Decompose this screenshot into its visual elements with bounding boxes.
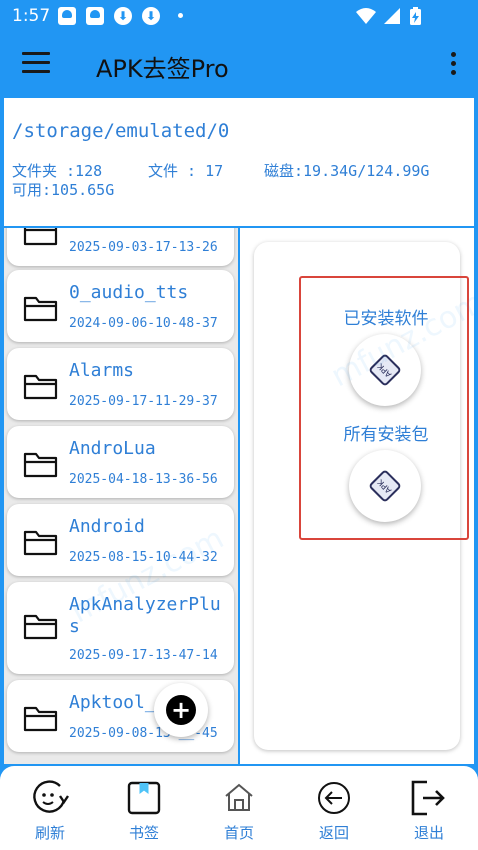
status-right — [354, 6, 444, 30]
file-date: 2025-04-18-13-36-56 — [69, 472, 218, 487]
list-item[interactable]: Alarms 2025-09-17-11-29-37 — [7, 348, 234, 420]
plus-icon: + — [166, 695, 196, 725]
nav-label: 返回 — [318, 824, 349, 842]
list-item[interactable]: Android 2025-08-15-10-44-32 — [7, 504, 234, 576]
folder-icon — [23, 296, 58, 322]
file-name: Alarms — [69, 360, 135, 381]
file-date: 2025-09-17-13-47-14 — [69, 648, 218, 663]
file-date: 2025-09-03-17-13-26 — [69, 240, 218, 255]
nav-refresh[interactable]: 刷新 — [2, 766, 98, 850]
list-item[interactable]: ApkAnalyzerPlus 2025-09-17-13-47-14 — [7, 582, 234, 674]
menu-icon[interactable] — [22, 52, 50, 76]
action-panel: 已安装软件 APK 所有安装包 APK mfunz.c — [240, 228, 478, 764]
nav-label: 刷新 — [34, 824, 65, 842]
installed-apps-button[interactable]: APK — [349, 334, 421, 406]
nav-bookmark[interactable]: 书签 — [96, 766, 192, 850]
download-icon: ⬇ — [114, 7, 132, 25]
refresh-face-icon — [33, 780, 69, 813]
file-name: ApkAnalyzerPlus — [69, 594, 221, 637]
status-time: 1:57 — [12, 6, 51, 26]
app-notification-icon — [86, 7, 104, 25]
nav-label: 首页 — [223, 824, 254, 842]
folder-icon — [23, 614, 58, 640]
path-info-panel: /storage/emulated/0 文件夹 :128 文件 : 17 磁盘:… — [4, 98, 474, 226]
nav-label: 书签 — [128, 824, 159, 842]
disk-usage: 磁盘:19.34G/124.99G — [264, 162, 430, 180]
nav-label: 退出 — [413, 824, 444, 842]
battery-charging-icon — [410, 7, 421, 25]
file-name: Android — [69, 516, 145, 537]
download-icon: ⬇ — [142, 7, 160, 25]
apk-icon: APK — [369, 354, 401, 386]
file-name: AndroLua — [69, 438, 156, 459]
file-name: 0_audio_tts — [69, 282, 189, 303]
more-vert-icon[interactable] — [448, 52, 458, 78]
apk-icon: APK — [369, 470, 401, 502]
bookmark-icon — [127, 781, 161, 815]
file-date: 2024-09-06-10-48-37 — [69, 316, 218, 331]
installed-apps-label[interactable]: 已安装软件 — [301, 304, 471, 329]
file-name: Apktool_ — [69, 692, 156, 713]
signal-icon — [384, 8, 400, 24]
add-button[interactable]: + — [154, 683, 208, 737]
status-bar: 1:57 ⬇ ⬇ — [0, 0, 478, 32]
file-list[interactable]: 2025-09-03-17-13-26 0_audio_tts 2024-09-… — [4, 228, 238, 764]
dot-icon — [178, 13, 183, 18]
folder-icon — [23, 228, 58, 246]
file-date: 2025-08-15-10-44-32 — [69, 550, 218, 565]
all-packages-label[interactable]: 所有安装包 — [301, 420, 471, 445]
file-date: 2025-09-17-11-29-37 — [69, 394, 218, 409]
folder-count: 文件夹 :128 — [12, 162, 103, 180]
back-arrow-icon — [318, 782, 350, 814]
file-count: 文件 : 17 — [148, 162, 224, 180]
bottom-nav: 刷新 书签 首页 返回 退出 — [0, 766, 478, 850]
list-item[interactable]: AndroLua 2025-04-18-13-36-56 — [7, 426, 234, 498]
folder-icon — [23, 374, 58, 400]
app-bar: APK去签Pro — [0, 32, 478, 98]
available-space: 可用:105.65G — [12, 181, 115, 199]
exit-icon — [411, 780, 445, 816]
list-item[interactable]: 0_audio_tts 2024-09-06-10-48-37 — [7, 270, 234, 342]
list-item[interactable]: 2025-09-03-17-13-26 — [7, 228, 234, 266]
current-path[interactable]: /storage/emulated/0 — [12, 120, 229, 142]
app-notification-icon — [58, 7, 76, 25]
folder-icon — [23, 452, 58, 478]
highlight-box: 已安装软件 APK 所有安装包 APK — [299, 276, 469, 540]
home-icon — [225, 783, 253, 811]
folder-icon — [23, 706, 58, 732]
all-packages-button[interactable]: APK — [349, 450, 421, 522]
folder-icon — [23, 530, 58, 556]
nav-back[interactable]: 返回 — [286, 766, 382, 850]
wifi-icon — [356, 8, 376, 24]
action-card: 已安装软件 APK 所有安装包 APK mfunz.c — [254, 242, 478, 750]
nav-exit[interactable]: 退出 — [381, 766, 477, 850]
nav-home[interactable]: 首页 — [191, 766, 287, 850]
app-title: APK去签Pro — [96, 55, 229, 83]
